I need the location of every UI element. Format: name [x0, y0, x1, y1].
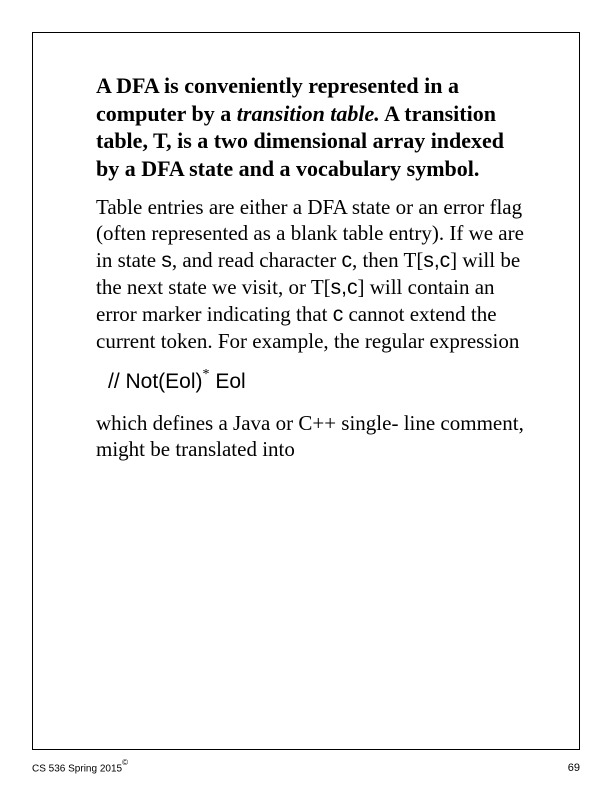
double-slash: // — [108, 370, 120, 393]
eol: Eol — [210, 370, 246, 393]
var-s: s — [161, 249, 172, 272]
page-number: 69 — [568, 762, 580, 774]
course-label: CS 536 Spring 2015 — [32, 763, 122, 774]
var-c: c — [347, 276, 358, 299]
var-c: c — [341, 249, 352, 272]
copyright-icon: © — [122, 758, 128, 767]
paragraph-intro: A DFA is conveniently represented in a c… — [96, 72, 530, 182]
var-c: c — [440, 249, 451, 272]
text-segment: , and read character — [172, 248, 342, 272]
text-segment: , then T[ — [352, 248, 423, 272]
paragraph-outro: which defines a Java or C++ single- line… — [96, 410, 530, 463]
term-transition-table: transition table. — [237, 101, 380, 126]
regex-expression: // Not(Eol)* Eol — [108, 369, 530, 394]
paragraph-body: Table entries are either a DFA state or … — [96, 194, 530, 355]
var-s: s — [331, 276, 342, 299]
not-eol: Not(Eol) — [120, 370, 203, 393]
slide-content: A DFA is conveniently represented in a c… — [96, 72, 530, 476]
footer-course: CS 536 Spring 2015© — [32, 760, 128, 774]
var-s: s — [423, 249, 434, 272]
var-c: c — [333, 303, 344, 326]
kleene-star: * — [203, 367, 210, 382]
